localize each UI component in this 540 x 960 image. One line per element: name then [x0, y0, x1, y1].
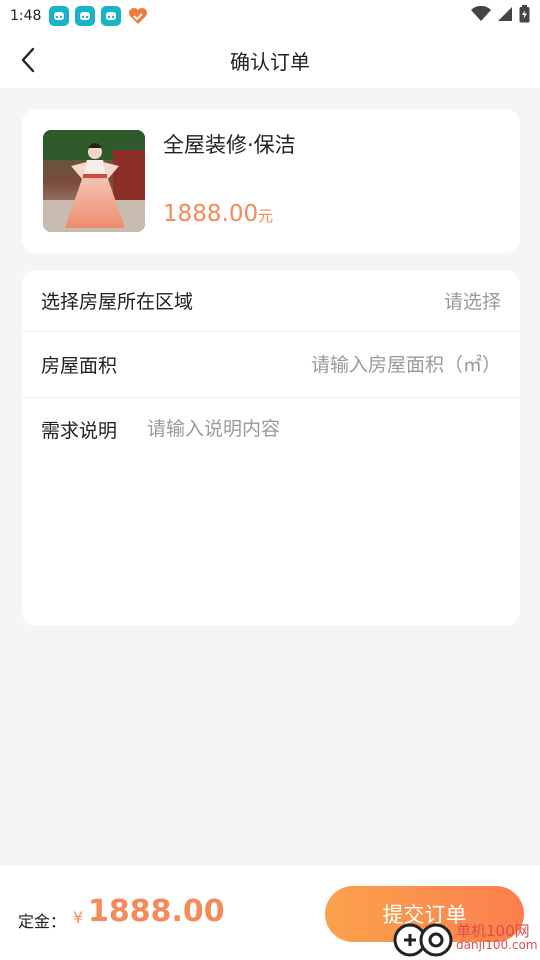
nav-bar: 确认订单: [0, 32, 540, 88]
region-select-value[interactable]: 请选择: [444, 287, 501, 314]
region-select-row[interactable]: 选择房屋所在区域 请选择: [22, 270, 520, 332]
area-label: 房屋面积: [41, 355, 118, 377]
app-notification-icon: [75, 6, 96, 26]
product-name: 全屋装修·保洁: [163, 133, 296, 157]
product-card[interactable]: 全屋装修·保洁 1888.00元: [22, 109, 520, 253]
watermark-logo-icon: [393, 923, 453, 957]
battery-icon: [519, 5, 530, 27]
watermark: 单机100网 danji100.com: [392, 916, 540, 960]
back-button[interactable]: [14, 46, 42, 74]
description-row: 需求说明: [22, 398, 520, 460]
product-price-value: 1888.00: [163, 201, 259, 227]
system-status-icons: [471, 5, 530, 27]
notification-icons: [49, 6, 149, 26]
order-form-card: 选择房屋所在区域 请选择 房屋面积 需求说明: [22, 270, 520, 626]
description-input[interactable]: [147, 418, 478, 440]
app-notification-icon: [101, 6, 122, 26]
wifi-icon: [471, 5, 491, 26]
deposit-label: 定金：: [18, 912, 67, 931]
chevron-left-icon: [21, 47, 35, 73]
watermark-url: danji100.com: [456, 938, 538, 952]
page-title: 确认订单: [230, 49, 310, 74]
heart-notification-icon: [127, 6, 149, 26]
description-label: 需求说明: [41, 419, 118, 442]
currency-symbol: ¥: [73, 908, 84, 927]
status-time: 1:48: [10, 8, 42, 24]
signal-icon: [497, 6, 513, 26]
product-price: 1888.00元: [163, 201, 273, 227]
app-notification-icon: [49, 6, 70, 26]
area-input[interactable]: [281, 353, 501, 376]
product-image: [43, 130, 145, 232]
area-input-row: 房屋面积: [22, 332, 520, 398]
region-label: 选择房屋所在区域: [41, 291, 194, 313]
product-price-unit: 元: [258, 207, 274, 225]
status-bar: 1:48: [0, 0, 540, 32]
deposit-amount: 1888.00: [88, 894, 225, 929]
